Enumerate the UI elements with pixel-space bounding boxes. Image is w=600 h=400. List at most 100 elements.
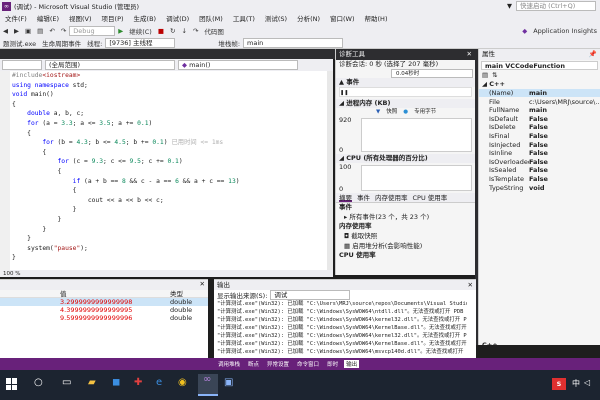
store-icon[interactable]: ◼ bbox=[112, 377, 120, 388]
file-explorer-icon[interactable]: ▰ bbox=[88, 377, 96, 388]
code-line[interactable]: { bbox=[12, 129, 31, 138]
filter-icon[interactable]: ▼ bbox=[507, 2, 512, 10]
menu-item[interactable]: 生成(B) bbox=[129, 13, 162, 23]
memory-section[interactable]: ◢ 进程内存 (KB) bbox=[336, 99, 475, 108]
cpu-section[interactable]: ◢ CPU (所有处理器的百分比) bbox=[336, 154, 475, 163]
input-language[interactable]: 中 bbox=[572, 378, 580, 389]
pin-icon[interactable]: 📌 bbox=[589, 49, 600, 60]
step-over-icon[interactable]: ↷ bbox=[190, 27, 201, 35]
code-line[interactable]: double a, b, c; bbox=[12, 109, 84, 118]
volume-icon[interactable]: ◁ bbox=[584, 378, 590, 387]
console-icon[interactable]: ▣ bbox=[224, 377, 233, 388]
scope-select[interactable]: (全局范围) bbox=[45, 60, 175, 70]
undo-icon[interactable]: ↶ bbox=[46, 27, 57, 35]
heap-analysis-button[interactable]: ▦ 启用堆分析(会影响性能) bbox=[336, 241, 475, 251]
property-row[interactable]: IsDelete False bbox=[479, 123, 600, 131]
visual-studio-task[interactable]: ∞ bbox=[198, 374, 218, 396]
code-line[interactable]: } bbox=[12, 253, 16, 262]
locals-close-icon[interactable]: ✕ bbox=[200, 280, 205, 290]
search-icon[interactable]: ○ bbox=[34, 377, 43, 388]
code-line[interactable]: for (c = 9.3; c <= 9.5; c += 0.1) bbox=[12, 157, 183, 166]
process-label[interactable]: 题测试.exe bbox=[0, 38, 39, 48]
property-row[interactable]: IsInline False bbox=[479, 149, 600, 157]
editor-gutter[interactable] bbox=[0, 71, 10, 275]
start-icon[interactable] bbox=[6, 378, 18, 390]
bottom-tab[interactable]: 异常设置 bbox=[265, 360, 291, 368]
function-select[interactable]: ◆ main() bbox=[178, 60, 298, 70]
close-icon[interactable]: ✕ bbox=[467, 49, 475, 60]
menu-item[interactable]: 测试(S) bbox=[260, 13, 292, 23]
time-ruler[interactable]: 0.04秒时 bbox=[391, 69, 473, 78]
output-source-select[interactable]: 调试 bbox=[270, 290, 351, 300]
alphabetical-icon[interactable]: ⇅ bbox=[492, 71, 497, 80]
categorized-icon[interactable]: ▤ bbox=[482, 71, 488, 80]
diagnostic-tab[interactable]: CPU 使用率 bbox=[413, 193, 448, 202]
locals-row[interactable]: 9.5999999999999996 double bbox=[0, 314, 208, 322]
all-events-link[interactable]: ▸ 所有事件(23 个，共 23 个) bbox=[336, 212, 475, 222]
property-row[interactable]: IsDefault False bbox=[479, 115, 600, 123]
code-editor[interactable]: #include<iostream> using namespace std; vo… bbox=[0, 71, 333, 275]
redo-icon[interactable]: ↷ bbox=[58, 27, 69, 35]
insights-icon[interactable]: ◆ bbox=[519, 27, 530, 35]
code-line[interactable]: } bbox=[12, 205, 77, 214]
code-line[interactable]: using namespace std; bbox=[12, 81, 88, 90]
locals-value-column[interactable]: 值 bbox=[60, 290, 170, 298]
locals-name-column[interactable] bbox=[0, 290, 60, 297]
new-file-icon[interactable]: ▣ bbox=[22, 27, 34, 35]
property-row[interactable]: IsFinal False bbox=[479, 132, 600, 140]
forward-icon[interactable]: ▶ bbox=[11, 27, 22, 35]
sogou-ime-icon[interactable]: S bbox=[552, 378, 566, 390]
diagnostic-tab[interactable]: 摘要 bbox=[339, 193, 352, 202]
step-into-icon[interactable]: ↓ bbox=[178, 27, 189, 35]
save-icon[interactable]: ▤ bbox=[34, 27, 46, 35]
memory-chart[interactable]: 920 0 bbox=[339, 116, 472, 154]
property-row[interactable]: IsSealed False bbox=[479, 166, 600, 174]
property-row[interactable]: IsInjected False bbox=[479, 141, 600, 149]
stack-frame-select[interactable]: main bbox=[243, 37, 344, 48]
property-row[interactable]: (Name) main bbox=[479, 89, 600, 97]
property-row[interactable]: File c:\Users\MRJ\source\... bbox=[479, 98, 600, 106]
code-line[interactable]: { bbox=[12, 100, 16, 109]
cpu-chart[interactable]: 100 0 bbox=[339, 163, 472, 193]
properties-object-select[interactable]: main VCCodeFunction bbox=[481, 61, 598, 70]
code-line[interactable]: } bbox=[12, 234, 31, 243]
ie-icon[interactable]: e bbox=[156, 377, 162, 388]
locals-type-column[interactable]: 类型 bbox=[170, 290, 208, 298]
code-line[interactable]: void main() bbox=[12, 90, 54, 99]
property-row[interactable]: IsTemplate False bbox=[479, 175, 600, 183]
code-line[interactable]: { bbox=[12, 186, 77, 195]
app-icon[interactable]: ✚ bbox=[134, 377, 142, 388]
code-line[interactable]: cout << a << b << c; bbox=[12, 196, 164, 205]
code-line[interactable]: { bbox=[12, 148, 46, 157]
bottom-tab[interactable]: 断点 bbox=[246, 360, 261, 368]
zoom-level[interactable]: 100 % bbox=[0, 271, 20, 277]
locals-row[interactable]: 3.2999999999999998 double bbox=[0, 298, 208, 306]
property-row[interactable]: IsOverloaded False bbox=[479, 158, 600, 166]
menu-item[interactable]: 视图(V) bbox=[64, 13, 97, 23]
menu-item[interactable]: 工具(T) bbox=[228, 13, 260, 23]
code-line[interactable]: for (b = 4.3; b <= 4.5; b += 0.1) 已用时间 <=… bbox=[12, 138, 223, 147]
menu-item[interactable]: 调试(D) bbox=[161, 13, 194, 23]
menu-item[interactable]: 分析(N) bbox=[292, 13, 325, 23]
code-line[interactable]: if (a + b == 8 && c - a == 6 && a + c ==… bbox=[12, 177, 240, 186]
property-row[interactable]: TypeString void bbox=[479, 184, 600, 192]
lifecycle-events-button[interactable]: 生命周期事件 bbox=[39, 38, 84, 48]
code-line[interactable]: } bbox=[12, 215, 61, 224]
take-snapshot-button[interactable]: ◘ 截取快照 bbox=[336, 231, 475, 241]
code-map-button[interactable]: 代码图 bbox=[201, 26, 227, 36]
stop-icon[interactable]: ■ bbox=[155, 27, 167, 35]
code-line[interactable]: #include<iostream> bbox=[12, 71, 80, 80]
quick-launch-input[interactable]: 快速启动 (Ctrl+Q) bbox=[516, 1, 596, 11]
menu-item[interactable]: 帮助(H) bbox=[360, 13, 393, 23]
continue-button[interactable]: 继续(C) bbox=[126, 26, 155, 36]
menu-item[interactable]: 团队(M) bbox=[194, 13, 228, 23]
code-line[interactable]: system("pause"); bbox=[12, 244, 88, 253]
output-tab-active[interactable]: 输出 bbox=[344, 360, 360, 368]
diagnostic-tab[interactable]: 事件 bbox=[357, 193, 370, 202]
property-row[interactable]: FullName main bbox=[479, 106, 600, 114]
project-select[interactable] bbox=[2, 60, 42, 70]
chrome-icon[interactable]: ◉ bbox=[178, 377, 187, 388]
restart-icon[interactable]: ↻ bbox=[167, 27, 178, 35]
bottom-tab[interactable]: 调用堆栈 bbox=[216, 360, 242, 368]
menu-item[interactable]: 窗口(W) bbox=[325, 13, 360, 23]
